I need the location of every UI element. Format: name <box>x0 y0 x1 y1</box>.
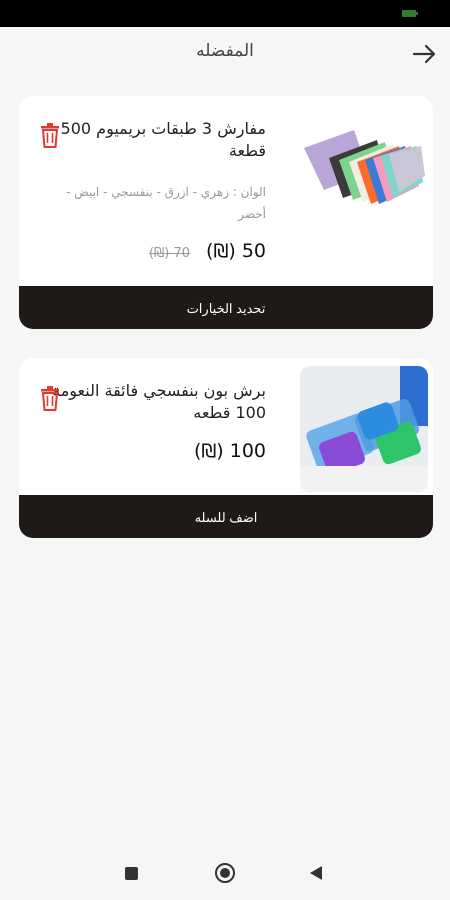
recent-apps-icon[interactable] <box>125 867 138 880</box>
system-nav-bar <box>0 848 450 900</box>
add-to-cart-button[interactable]: اضف للسله <box>19 495 433 538</box>
product-title: برش بون بنفسجي فائقة النعومة 100 قطعه <box>52 381 266 422</box>
home-icon[interactable] <box>215 863 235 883</box>
product-price: 50 (₪) <box>206 240 266 262</box>
battery-icon <box>402 10 418 17</box>
trash-icon[interactable] <box>39 122 61 148</box>
status-bar <box>0 0 450 27</box>
product-image-tablecloths[interactable] <box>299 118 427 208</box>
product-price: 100 (₪) <box>193 440 266 462</box>
select-options-button[interactable]: تحديد الخيارات <box>19 286 433 329</box>
trash-icon[interactable] <box>39 385 61 411</box>
price-row: 50 (₪) 70 (₪) <box>149 240 266 262</box>
arrow-right-icon[interactable] <box>410 41 438 67</box>
back-icon[interactable] <box>310 866 322 880</box>
old-price: 70 (₪) <box>148 246 190 261</box>
favorite-card: برش بون بنفسجي فائقة النعومة 100 قطعه 10… <box>19 358 433 538</box>
app-bar: المفضله <box>0 27 450 82</box>
favorite-card: مفارش 3 طبقات بريميوم 500 قطعة الوان : ز… <box>19 96 433 329</box>
price-row: 100 (₪) <box>194 440 266 462</box>
product-options: الوان : زهري - ازرق - بنفسجي - ابيض - أخ… <box>66 185 266 221</box>
product-image-brushes[interactable] <box>300 366 428 492</box>
page-title: المفضله <box>196 41 254 61</box>
product-title: مفارش 3 طبقات بريميوم 500 قطعة <box>60 119 266 160</box>
